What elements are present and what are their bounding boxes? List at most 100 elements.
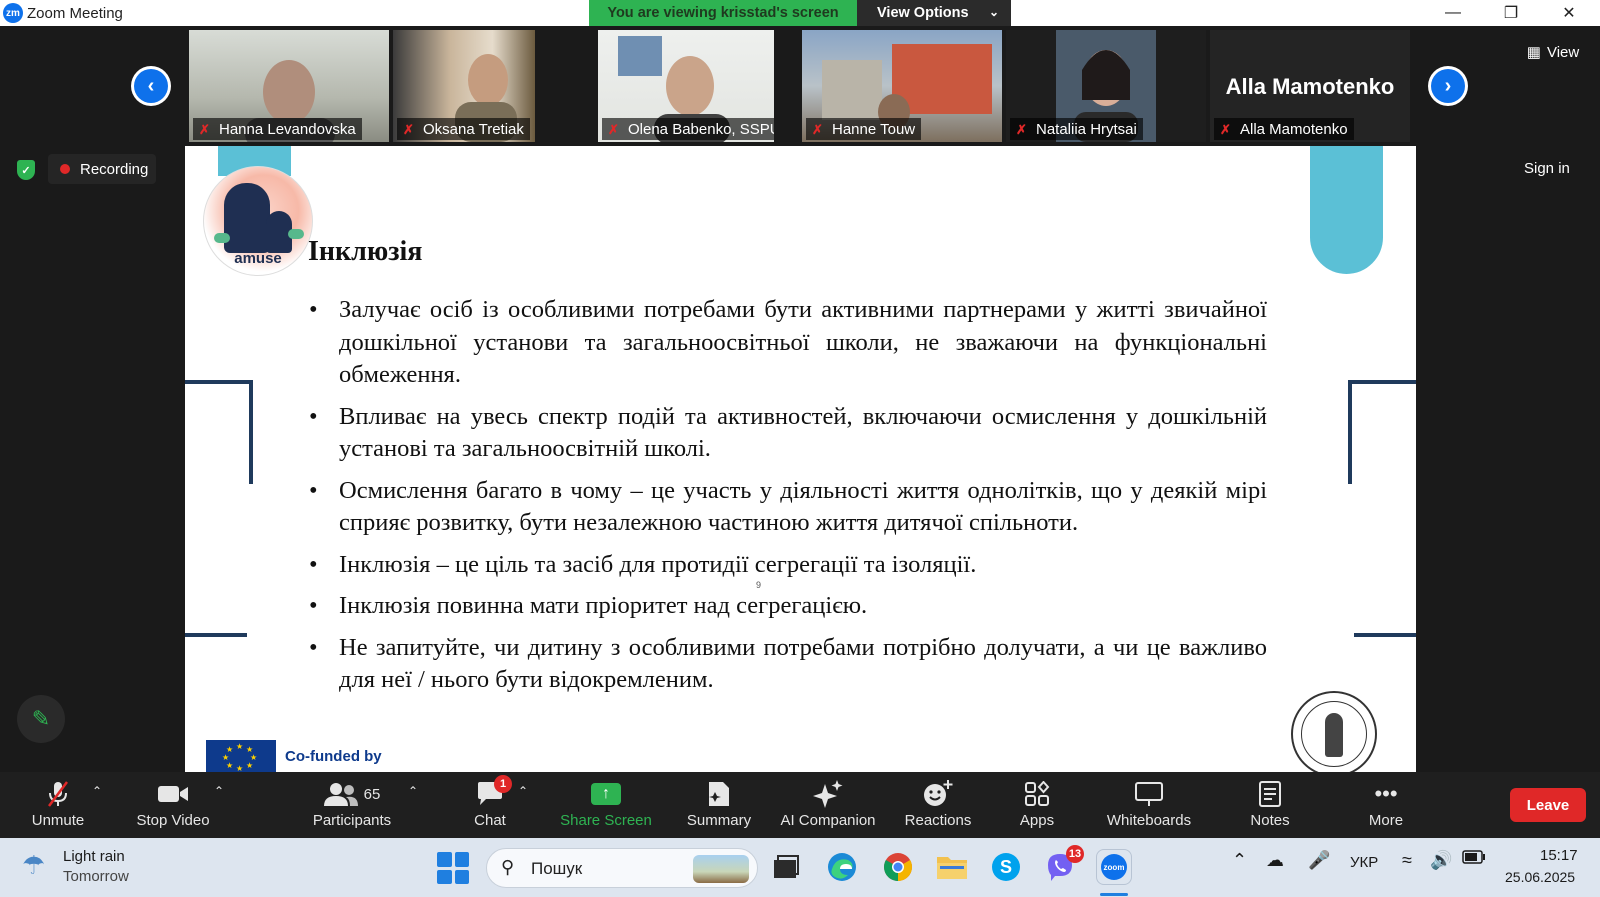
video-options-caret-icon[interactable]: ⌃	[214, 784, 224, 798]
recording-indicator[interactable]: Recording	[48, 154, 156, 184]
gallery-next-button[interactable]: ›	[1428, 66, 1468, 106]
share-screen-label: Share Screen	[560, 812, 652, 829]
mic-muted-icon: ✗	[1220, 122, 1231, 137]
keyboard-language[interactable]: УКР	[1350, 854, 1378, 871]
slide-decoration-pill	[1310, 146, 1383, 274]
view-options-label: View Options	[877, 5, 969, 21]
recording-label: Recording	[80, 160, 149, 178]
encryption-shield-icon[interactable]: ✓	[17, 160, 35, 180]
whiteboards-button[interactable]: Whiteboards	[1100, 772, 1198, 838]
participant-tile[interactable]: ✗ Olena Babenko, SSPU	[598, 30, 774, 142]
participant-tile[interactable]: ✗ Hanne Touw	[802, 30, 1002, 142]
participant-tile[interactable]: ✗ Nataliia Hrytsai	[1006, 30, 1206, 142]
participants-button[interactable]: 65 Participants	[304, 772, 400, 838]
zoom-app-icon[interactable]: zoom	[1096, 849, 1132, 885]
participant-tile[interactable]: Alla Mamotenko ✗ Alla Mamotenko	[1210, 30, 1410, 142]
apps-button[interactable]: Apps	[1000, 772, 1074, 838]
slide-page-number: 9	[756, 580, 762, 590]
search-icon: ⚲	[501, 857, 515, 877]
restore-button[interactable]: ❐	[1488, 0, 1534, 26]
chrome-browser-icon[interactable]	[880, 849, 916, 885]
pencil-icon: ✎	[31, 706, 51, 731]
file-manager-app-icon[interactable]	[768, 849, 804, 885]
chat-label: Chat	[474, 812, 506, 829]
university-seal-icon	[1291, 691, 1377, 772]
search-input[interactable]	[531, 858, 681, 880]
slide-title: Інклюзія	[308, 236, 423, 267]
participant-name-label: ✗ Hanne Touw	[806, 118, 922, 140]
mic-muted-icon: ✗	[608, 122, 619, 137]
taskbar-clock-time[interactable]: 15:17	[1540, 847, 1578, 864]
title-bar: zm Zoom Meeting You are viewing krisstad…	[0, 0, 1600, 26]
participant-name-label: ✗ Olena Babenko, SSPU	[602, 118, 774, 140]
weather-condition[interactable]: Light rain	[63, 848, 125, 865]
rain-cloud-icon[interactable]: ☂	[22, 850, 45, 881]
chat-button[interactable]: Chat	[454, 772, 526, 838]
participant-name-label: ✗ Hanna Levandovska	[193, 118, 362, 140]
close-icon: ✕	[1562, 5, 1576, 22]
battery-icon[interactable]	[1462, 850, 1486, 868]
participants-options-caret-icon[interactable]: ⌃	[408, 784, 418, 798]
view-options-button[interactable]: View Options ⌄	[857, 0, 1011, 26]
folder-app-icon[interactable]	[934, 849, 970, 885]
weather-time[interactable]: Tomorrow	[63, 868, 129, 885]
ai-companion-button[interactable]: AI Companion	[772, 772, 884, 838]
shared-slide: amuse Інклюзія Залучає осіб із особливим…	[185, 146, 1416, 772]
chevron-left-icon: ‹	[134, 69, 168, 103]
recording-dot-icon	[60, 164, 70, 174]
mic-muted-icon	[46, 776, 70, 812]
more-label: More	[1368, 812, 1404, 829]
onedrive-cloud-icon[interactable]: ☁	[1266, 850, 1284, 871]
microphone-icon[interactable]: 🎤	[1308, 850, 1330, 871]
slide-bullet: Впливає на увесь спектр подій та активно…	[309, 401, 1267, 466]
grid-icon: ▦	[1526, 44, 1541, 61]
skype-app-icon[interactable]: S	[988, 849, 1024, 885]
apps-icon	[1024, 776, 1050, 812]
cofunded-label: Co-funded by	[285, 748, 382, 765]
stop-video-button[interactable]: Stop Video	[130, 772, 216, 838]
close-button[interactable]: ✕	[1546, 0, 1592, 26]
unmute-button[interactable]: Unmute	[22, 772, 94, 838]
more-button[interactable]: ••• More	[1346, 772, 1426, 838]
svg-text:S: S	[1000, 857, 1012, 877]
mic-muted-icon: ✗	[812, 122, 823, 137]
svg-text:zoom: zoom	[1104, 863, 1125, 872]
taskbar-clock-date[interactable]: 25.06.2025	[1505, 869, 1575, 885]
summary-button[interactable]: Summary	[680, 772, 758, 838]
slide-bullet: Не запитуйте, чи дитину з особливими пот…	[309, 632, 1267, 697]
view-button[interactable]: ▦ View	[1518, 38, 1588, 66]
whiteboards-label: Whiteboards	[1106, 812, 1192, 829]
slide-bullet: Інклюзія – це ціль та засіб для протидії…	[309, 549, 1267, 582]
slide-bullet-list: Залучає осіб із особливими потребами бут…	[309, 294, 1267, 706]
sparkle-icon	[813, 776, 843, 812]
reactions-label: Reactions	[904, 812, 972, 829]
annotate-pencil-button[interactable]: ✎	[17, 695, 65, 743]
tray-overflow-chevron-icon[interactable]: ⌃	[1232, 850, 1247, 871]
participant-tile[interactable]: ✗ Oksana Tretiak	[393, 30, 535, 142]
slide-bullet: Осмислення багато в чому – це участь у д…	[309, 475, 1267, 540]
participant-name-label: ✗ Nataliia Hrytsai	[1010, 118, 1143, 140]
chat-options-caret-icon[interactable]: ⌃	[518, 784, 528, 798]
share-screen-button[interactable]: ↑ Share Screen	[556, 772, 656, 838]
eu-flag-icon: ★ ★ ★ ★ ★ ★ ★ ★	[206, 740, 276, 772]
participant-name-label: ✗ Oksana Tretiak	[397, 118, 530, 140]
more-dots-icon: •••	[1374, 781, 1398, 806]
edge-browser-icon[interactable]	[824, 849, 860, 885]
active-app-indicator	[1100, 893, 1128, 896]
taskbar-search[interactable]: ⚲	[486, 848, 758, 888]
slide-decoration-line	[185, 633, 247, 637]
participant-tile[interactable]: ✗ Hanna Levandovska	[189, 30, 389, 142]
audio-options-caret-icon[interactable]: ⌃	[92, 784, 102, 798]
notes-button[interactable]: Notes	[1230, 772, 1310, 838]
participant-name-placeholder: Alla Mamotenko	[1225, 74, 1395, 99]
reactions-button[interactable]: Reactions	[898, 772, 978, 838]
minimize-button[interactable]: —	[1430, 0, 1476, 26]
leave-button[interactable]: Leave	[1510, 788, 1586, 822]
gallery-prev-button[interactable]: ‹	[131, 66, 171, 106]
chevron-right-icon: ›	[1431, 69, 1465, 103]
sign-in-link[interactable]: Sign in	[1524, 160, 1570, 177]
participants-label: Participants	[312, 812, 392, 829]
wifi-icon[interactable]: ≈	[1402, 850, 1412, 871]
windows-start-icon[interactable]	[437, 852, 469, 884]
volume-icon[interactable]: 🔊	[1430, 850, 1452, 871]
